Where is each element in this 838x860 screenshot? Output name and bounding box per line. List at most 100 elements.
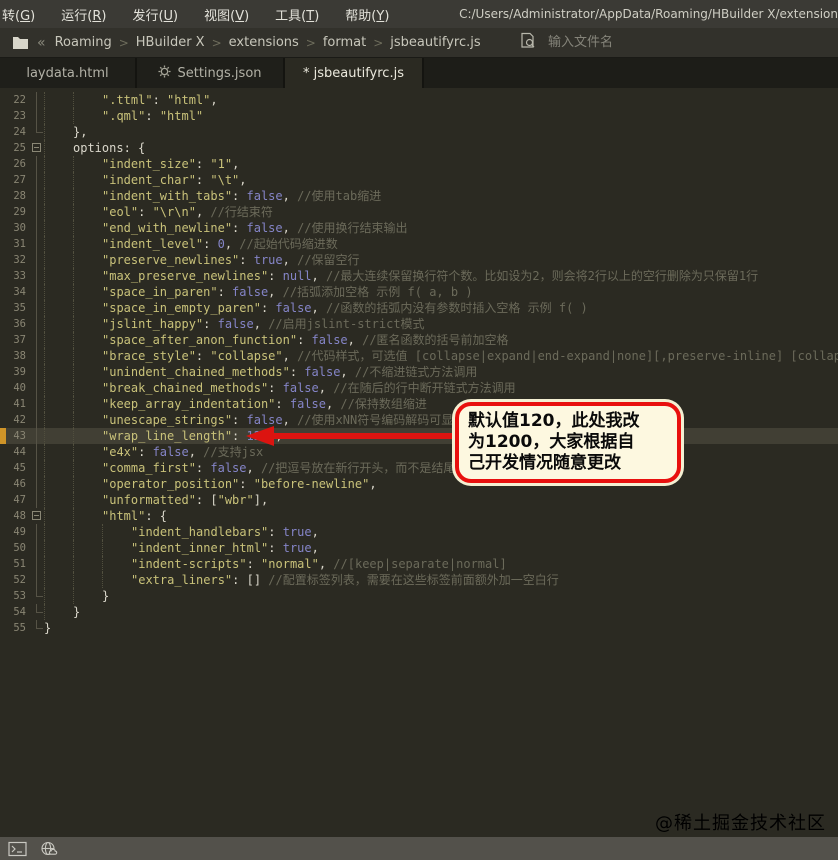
code-text: } bbox=[44, 621, 52, 635]
line-number: 50 bbox=[13, 542, 26, 554]
code-line-28[interactable]: 28 "indent_with_tabs": false, //使用tab缩进 bbox=[0, 188, 838, 204]
line-number: 44 bbox=[13, 446, 26, 458]
code-text: "space_in_paren": false, //括弧添加空格 示例 f( … bbox=[44, 284, 838, 300]
status-bar bbox=[0, 837, 838, 860]
code-line-47[interactable]: 47 "unformatted": ["wbr"], bbox=[0, 492, 838, 508]
code-line-44[interactable]: 44 "e4x": false, //支持jsx bbox=[0, 444, 838, 460]
terminal-icon[interactable] bbox=[8, 841, 27, 857]
file-search-icon bbox=[520, 32, 537, 53]
code-text: } bbox=[44, 604, 838, 620]
code-line-34[interactable]: 34 "space_in_paren": false, //括弧添加空格 示例 f… bbox=[0, 284, 838, 300]
menu-item-run[interactable]: 运行(R) bbox=[61, 5, 106, 24]
code-line-54[interactable]: 54} bbox=[0, 604, 838, 620]
tab-jsbeautifyrc[interactable]: * jsbeautifyrc.js bbox=[285, 58, 424, 88]
code-text: "indent-scripts": "normal", //[keep|sepa… bbox=[44, 556, 838, 572]
annotation-arrow-head bbox=[246, 426, 274, 446]
code-text: "space_in_empty_paren": false, //函数的括弧内没… bbox=[44, 300, 838, 316]
code-line-23[interactable]: 23 ".qml": "html" bbox=[0, 108, 838, 124]
line-number: 28 bbox=[13, 190, 26, 202]
menu-item-view[interactable]: 视图(V) bbox=[204, 5, 249, 24]
code-line-35[interactable]: 35 "space_in_empty_paren": false, //函数的括弧… bbox=[0, 300, 838, 316]
code-line-46[interactable]: 46 "operator_position": "before-newline", bbox=[0, 476, 838, 492]
menu-item-publish[interactable]: 发行(U) bbox=[132, 5, 178, 24]
code-text: "extra_liners": [] //配置标签列表，需要在这些标签前面额外加… bbox=[44, 572, 838, 588]
code-text: "eol": "\r\n", //行结束符 bbox=[44, 204, 838, 220]
gear-icon bbox=[158, 64, 172, 82]
code-text: "indent_handlebars": true, bbox=[44, 524, 838, 540]
code-line-22[interactable]: 22 ".ttml": "html", bbox=[0, 92, 838, 108]
code-line-53[interactable]: 53} bbox=[0, 588, 838, 604]
code-text: "indent_inner_html": true, bbox=[44, 540, 838, 556]
fold-guide bbox=[30, 396, 44, 412]
code-line-38[interactable]: 38 "brace_style": "collapse", //代码样式，可选值 … bbox=[0, 348, 838, 364]
fold-guide bbox=[30, 156, 44, 172]
code-line-50[interactable]: 50 "indent_inner_html": true, bbox=[0, 540, 838, 556]
code-line-39[interactable]: 39 "unindent_chained_methods": false, //不… bbox=[0, 364, 838, 380]
fold-guide bbox=[30, 252, 44, 268]
code-line-24[interactable]: 24}, bbox=[0, 124, 838, 140]
fold-guide bbox=[30, 92, 44, 108]
fold-guide bbox=[30, 236, 44, 252]
code-line-33[interactable]: 33 "max_preserve_newlines": null, //最大连续保… bbox=[0, 268, 838, 284]
line-number: 51 bbox=[13, 558, 26, 570]
tab-settings[interactable]: Settings.json bbox=[137, 58, 285, 88]
line-number: 35 bbox=[13, 302, 26, 314]
breadcrumb-separator: > bbox=[373, 35, 384, 50]
fold-guide bbox=[30, 604, 44, 620]
code-editor[interactable]: 22 ".ttml": "html", 23 ".qml": "html" 24}, 25… bbox=[0, 88, 838, 837]
breadcrumb-item-hbuilder-x[interactable]: HBuilder X bbox=[136, 35, 205, 50]
code-line-40[interactable]: 40 "break_chained_methods": false, //在随后的… bbox=[0, 380, 838, 396]
code-text: "operator_position": "before-newline", bbox=[44, 476, 838, 492]
breadcrumb-bar: « Roaming > HBuilder X > extensions > format > j… bbox=[0, 28, 838, 58]
globe-cloud-icon[interactable] bbox=[40, 841, 60, 857]
code-line-51[interactable]: 51 "indent-scripts": "normal", //[keep|se… bbox=[0, 556, 838, 572]
breadcrumb-item-format[interactable]: format bbox=[323, 35, 366, 50]
menu-item-help[interactable]: 帮助(Y) bbox=[345, 5, 389, 24]
hbuilderx-window: 转(G) 运行(R) 发行(U) 视图(V) 工具(T) 帮助(Y) C:/Users/A… bbox=[0, 0, 838, 860]
line-number: 24 bbox=[13, 126, 26, 138]
tab-laydata[interactable]: laydata.html bbox=[0, 58, 137, 88]
line-number: 38 bbox=[13, 350, 26, 362]
breadcrumb-item-jsbeautifyrc-js[interactable]: jsbeautifyrc.js bbox=[390, 35, 480, 50]
code-line-41[interactable]: 41 "keep_array_indentation": false, //保持数… bbox=[0, 396, 838, 412]
annotation-text-line: 己开发情况随意更改 bbox=[468, 453, 621, 473]
line-number: 31 bbox=[13, 238, 26, 250]
code-line-49[interactable]: 49 "indent_handlebars": true, bbox=[0, 524, 838, 540]
code-line-26[interactable]: 26 "indent_size": "1", bbox=[0, 156, 838, 172]
search-input[interactable] bbox=[546, 34, 680, 51]
menu-item-tools[interactable]: 工具(T) bbox=[275, 5, 319, 24]
code-line-32[interactable]: 32 "preserve_newlines": true, //保留空行 bbox=[0, 252, 838, 268]
fold-guide bbox=[30, 348, 44, 364]
code-line-37[interactable]: 37 "space_after_anon_function": false, //… bbox=[0, 332, 838, 348]
code-text: "html": { bbox=[44, 508, 838, 524]
fold-toggle-icon[interactable] bbox=[30, 508, 44, 524]
code-line-27[interactable]: 27 "indent_char": "\t", bbox=[0, 172, 838, 188]
code-line-29[interactable]: 29 "eol": "\r\n", //行结束符 bbox=[0, 204, 838, 220]
code-line-45[interactable]: 45 "comma_first": false, //把逗号放在新行开头，而不是结… bbox=[0, 460, 838, 476]
code-text: "unformatted": ["wbr"], bbox=[44, 492, 838, 508]
code-line-30[interactable]: 30 "end_with_newline": false, //使用换行结束输出 bbox=[0, 220, 838, 236]
code-text: "end_with_newline": false, //使用换行结束输出 bbox=[44, 220, 838, 236]
code-text: "indent_with_tabs": false, //使用tab缩进 bbox=[44, 188, 838, 204]
line-number: 22 bbox=[13, 94, 26, 106]
watermark: @稀土掘金技术社区 bbox=[655, 813, 826, 834]
code-line-52[interactable]: 52 "extra_liners": [] //配置标签列表，需要在这些标签前面额… bbox=[0, 572, 838, 588]
code-line-36[interactable]: 36 "jslint_happy": false, //启用jslint-stri… bbox=[0, 316, 838, 332]
breadcrumb: Roaming > HBuilder X > extensions > format > jsb… bbox=[52, 35, 484, 50]
fold-guide bbox=[30, 124, 44, 140]
breadcrumb-item-extensions[interactable]: extensions bbox=[229, 35, 299, 50]
code-line-42[interactable]: 42 "unescape_strings": false, //使用xNN符号编码… bbox=[0, 412, 838, 428]
line-number: 52 bbox=[13, 574, 26, 586]
line-number: 55 bbox=[13, 622, 26, 634]
code-text: ".qml": "html" bbox=[44, 108, 838, 124]
breadcrumb-item-roaming[interactable]: Roaming bbox=[55, 35, 112, 50]
code-line-55[interactable]: 55} bbox=[0, 620, 838, 636]
fold-toggle-icon[interactable] bbox=[30, 140, 44, 156]
code-text: "e4x": false, //支持jsx bbox=[44, 444, 838, 460]
code-text: "unescape_strings": false, //使用xNN符号编码解码… bbox=[44, 412, 838, 428]
code-line-31[interactable]: 31 "indent_level": 0, //起始代码缩进数 bbox=[0, 236, 838, 252]
code-line-48[interactable]: 48 "html": { bbox=[0, 508, 838, 524]
code-line-25[interactable]: 25 options: { bbox=[0, 140, 838, 156]
breadcrumb-collapse-icon[interactable]: « bbox=[37, 35, 46, 51]
menu-item-goto[interactable]: 转(G) bbox=[2, 5, 35, 24]
